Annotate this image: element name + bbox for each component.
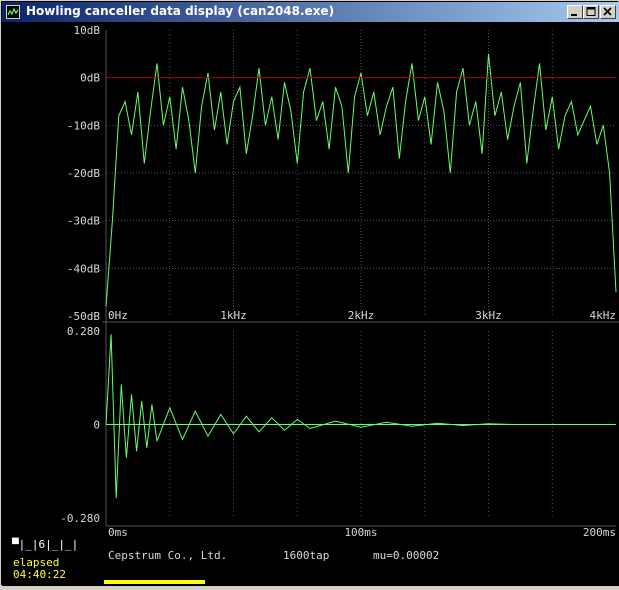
window-title: Howling canceller data display (can2048.… <box>26 4 335 18</box>
spectrum-x-tick-label: 0Hz <box>108 309 128 322</box>
elapsed-time: 04:40:22 <box>13 568 66 581</box>
close-button[interactable] <box>600 5 616 19</box>
tap-count: 1600tap <box>283 549 330 562</box>
spectrum-x-tick-label: 1kHz <box>220 309 247 322</box>
spectrum-y-tick-label: -50dB <box>67 310 100 323</box>
spectrum-axes: 10dB 0dB -10dB -20dB -30dB -40dB -50dB 0Hz 1kHz 2… <box>67 24 616 323</box>
tab-indicator[interactable]: ▀|_|6|_|_| <box>12 538 78 551</box>
close-icon <box>603 7 612 16</box>
impulse-x-tick-label: 200ms <box>583 526 616 539</box>
impulse-x-tick-label: 100ms <box>344 526 377 539</box>
app-icon <box>6 5 20 19</box>
impulse-y-tick-label: -0.280 <box>60 512 100 525</box>
tab-indicator-text: ▀|_|6|_|_| <box>12 538 79 551</box>
impulse-trace <box>105 334 616 499</box>
spectrum-x-tick-label: 4kHz <box>590 309 617 322</box>
spectrum-y-tick-label: 0dB <box>80 72 100 85</box>
impulse-x-tick-label: 0ms <box>108 526 128 539</box>
spectrum-x-tick-label: 3kHz <box>475 309 502 322</box>
minimize-button[interactable] <box>567 5 583 19</box>
progress-bar <box>104 580 205 584</box>
spectrum-y-tick-label: 10dB <box>74 24 101 37</box>
client-area: 10dB 0dB -10dB -20dB -30dB -40dB -50dB 0Hz 1kHz 2… <box>2 22 619 586</box>
maximize-icon <box>586 7 596 16</box>
spectrum-y-tick-label: -10dB <box>67 119 100 132</box>
impulse-axes: 0.280 0 -0.280 0ms 100ms 200ms <box>60 325 616 539</box>
spectrum-y-tick-label: -20dB <box>67 167 100 180</box>
minimize-icon <box>571 14 577 16</box>
impulse-y-tick-label: 0.280 <box>67 325 100 338</box>
maximize-button[interactable] <box>583 5 599 19</box>
company-name: Cepstrum Co., Ltd. <box>108 549 228 562</box>
impulse-y-tick-label: 0 <box>93 419 100 432</box>
spectrum-y-tick-label: -30dB <box>67 215 100 228</box>
spectrum-x-tick-label: 2kHz <box>348 309 375 322</box>
app-window: Howling canceller data display (can2048.… <box>0 0 619 586</box>
plot-canvas: 10dB 0dB -10dB -20dB -30dB -40dB -50dB 0Hz 1kHz 2… <box>60 24 619 539</box>
title-bar[interactable]: Howling canceller data display (can2048.… <box>2 2 619 22</box>
mu-value: mu=0.00002 <box>373 549 440 562</box>
spectrum-y-tick-label: -40dB <box>67 262 100 275</box>
